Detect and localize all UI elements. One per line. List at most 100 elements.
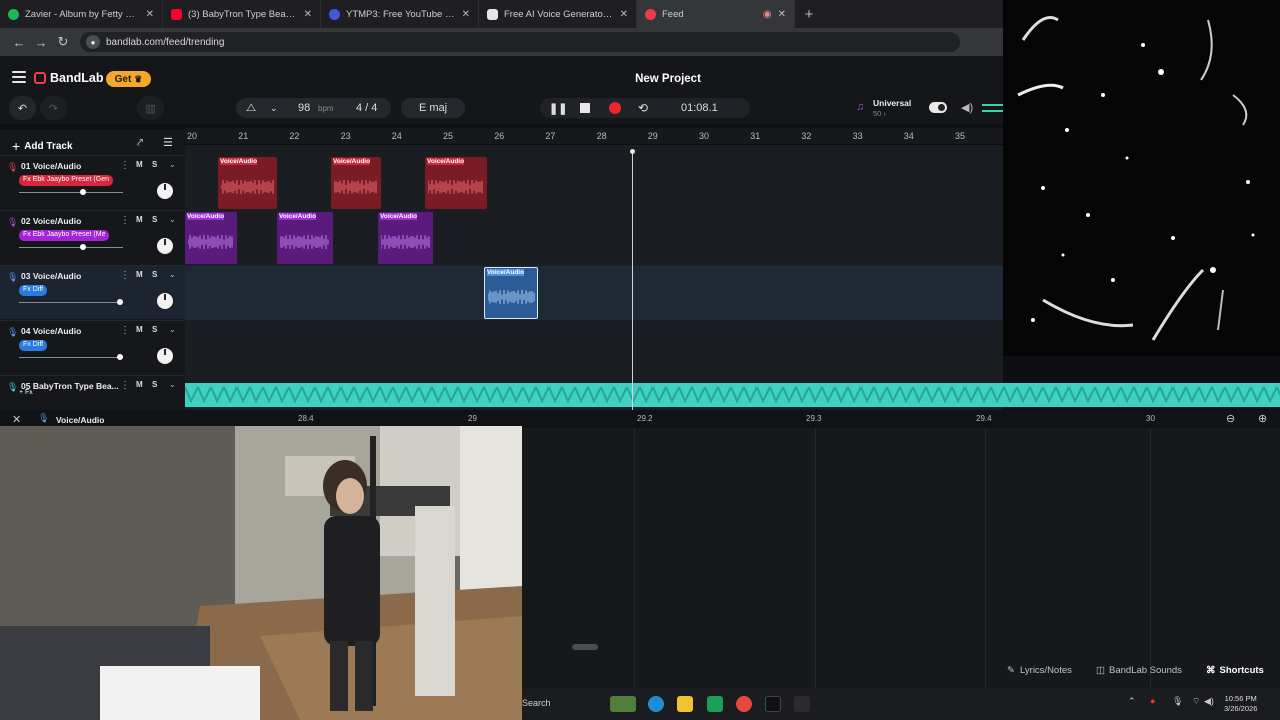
audio-clip[interactable]: Voice/Audio — [277, 212, 333, 264]
back-icon[interactable]: ← — [8, 35, 30, 50]
magic-wand-icon[interactable]: ⤤ — [137, 137, 143, 150]
fx-preset-badge[interactable]: Fx Diff — [19, 340, 48, 351]
volume-slider[interactable] — [19, 354, 123, 360]
pause-icon[interactable]: ❚❚ — [549, 102, 567, 115]
stop-icon[interactable] — [580, 103, 590, 113]
browser-tab-youtube[interactable]: (3) BabyTron Type Beat - "Invasi ✕ — [163, 0, 321, 28]
mixer-settings-icon[interactable]: ☰ — [163, 136, 173, 149]
edge-icon[interactable] — [648, 696, 664, 712]
audio-clip[interactable]: Voice/Audio — [484, 267, 538, 319]
close-tab-icon[interactable]: ✕ — [304, 9, 312, 20]
volume-slider[interactable] — [19, 299, 123, 305]
reload-icon[interactable]: ↻ — [52, 34, 74, 50]
record-icon[interactable] — [609, 102, 621, 114]
audio-clip[interactable]: Voice/Audio — [218, 157, 277, 209]
pan-knob[interactable] — [157, 348, 173, 364]
solo-button[interactable]: S — [152, 160, 157, 169]
volume-slider-thumb[interactable] — [116, 354, 123, 360]
volume-slider[interactable] — [19, 244, 123, 250]
solo-button[interactable]: S — [152, 380, 157, 389]
waveform-editor[interactable] — [522, 428, 1280, 688]
more-options-icon[interactable]: ⋮ — [120, 270, 130, 281]
timeline-ruler[interactable]: 20 21 22 23 24 25 26 27 28 29 30 31 32 33 34 35 — [185, 128, 1003, 144]
selected-track-lane[interactable] — [185, 266, 1003, 320]
more-options-icon[interactable]: ⋮ — [120, 160, 130, 171]
app-icon[interactable] — [794, 696, 810, 712]
fx-preset-badge[interactable]: Fx Ebk Jaaybo Preset (Gen — [19, 175, 113, 186]
tiktok-icon[interactable] — [765, 696, 781, 712]
mute-button[interactable]: M — [136, 215, 143, 224]
taskbar-search[interactable]: Search — [522, 698, 551, 708]
chevron-up-icon[interactable]: ⌃ — [1128, 696, 1136, 707]
widgets-icon[interactable] — [610, 696, 636, 712]
time-signature[interactable]: 4 / 4 — [356, 102, 377, 114]
microphone-icon[interactable]: 🎙 — [7, 327, 18, 338]
site-info-icon[interactable]: ● — [86, 35, 100, 49]
close-tab-icon[interactable]: ✕ — [620, 9, 628, 20]
new-tab-button[interactable]: + — [795, 6, 823, 23]
microphone-icon[interactable]: 🎙 — [7, 382, 18, 393]
track-header[interactable]: 🎙 02 Voice/Audio ⋮ M S ⌄ Fx Ebk Jaaybo Preset … — [0, 210, 185, 264]
add-track-button[interactable]: + Add Track — [12, 138, 73, 154]
track-header[interactable]: 🎙 04 Voice/Audio ⋮ M S ⌄ Fx Diff — [0, 320, 185, 374]
bpm-value[interactable]: 98 — [298, 102, 310, 114]
close-tab-icon[interactable]: ✕ — [146, 9, 154, 20]
browser-tab-spotify[interactable]: Zavier - Album by Fetty Wap | Sp ✕ — [0, 0, 163, 28]
chevron-down-icon[interactable]: ⌄ — [169, 380, 176, 389]
close-tab-icon[interactable]: ✕ — [778, 9, 786, 20]
pan-knob[interactable] — [157, 238, 173, 254]
loop-icon[interactable]: ⟲ — [638, 101, 648, 115]
metronome-icon[interactable]: ⧍ — [246, 102, 256, 115]
lyrics-notes-button[interactable]: ✎ Lyrics/Notes — [1007, 661, 1072, 679]
key-selector[interactable]: E maj — [401, 98, 465, 118]
wifi-icon[interactable]: ⌔ — [1192, 696, 1200, 707]
mute-button[interactable]: M — [136, 270, 143, 279]
taskbar-clock[interactable]: 10:56 PM 3/26/2026 — [1224, 694, 1257, 714]
volume-slider-thumb[interactable] — [80, 189, 87, 195]
more-options-icon[interactable]: ⋮ — [120, 325, 130, 336]
pan-knob[interactable] — [157, 293, 173, 309]
microphone-tray-icon[interactable]: 🎙 — [1172, 696, 1183, 707]
fx-preset-badge[interactable]: Fx Ebk Jaaybo Preset (Me — [19, 230, 110, 241]
track-name[interactable]: 02 Voice/Audio — [21, 216, 81, 226]
chevron-down-icon[interactable]: ⌄ — [169, 270, 176, 279]
audio-clip[interactable]: Voice/Audio — [331, 157, 381, 209]
track-header[interactable]: 🎙 01 Voice/Audio ⋮ M S ⌄ Fx Ebk Jaaybo Preset … — [0, 155, 185, 209]
project-title[interactable]: New Project — [568, 73, 768, 85]
track-header[interactable]: 🎙 03 Voice/Audio ⋮ M S ⌄ Fx Diff — [0, 265, 185, 319]
speaker-icon[interactable]: ◀) — [961, 101, 973, 114]
volume-slider-thumb[interactable] — [80, 244, 87, 250]
fx-preset-badge[interactable]: Fx Diff — [19, 285, 48, 296]
redo-button[interactable]: ↷ — [40, 96, 67, 120]
track-name[interactable]: 05 BabyTron Type Bea... — [21, 381, 119, 391]
audio-clip[interactable]: Voice/Audio — [378, 212, 433, 264]
close-tab-icon[interactable]: ✕ — [462, 9, 470, 20]
file-explorer-icon[interactable] — [677, 696, 693, 712]
zoom-out-icon[interactable]: ⊖ — [1226, 412, 1235, 425]
close-icon[interactable]: ✕ — [12, 413, 21, 426]
piano-keyboard-icon[interactable]: ▥ — [137, 96, 164, 120]
audio-clip[interactable]: Voice/Audio — [185, 212, 237, 264]
menu-icon[interactable] — [12, 71, 26, 86]
microphone-icon[interactable]: 🎙 — [7, 272, 18, 283]
tempo-control[interactable]: ⧍ ⌄ 98 bpm 4 / 4 — [236, 98, 391, 118]
url-input[interactable]: ● bandlab.com/feed/trending — [80, 32, 960, 52]
solo-button[interactable]: S — [152, 325, 157, 334]
audio-clip[interactable]: Voice/Audio — [425, 157, 487, 209]
bandlab-logo[interactable]: BandLab — [34, 71, 103, 85]
horizontal-scrollbar[interactable] — [572, 644, 598, 650]
track-name[interactable]: 01 Voice/Audio — [21, 161, 81, 171]
chevron-down-icon[interactable]: ⌄ — [270, 103, 278, 114]
microphone-icon[interactable]: 🎙 — [7, 217, 18, 228]
playhead[interactable] — [630, 149, 635, 414]
browser-tab-ytmp3[interactable]: YTMP3: Free YouTube to MP3 C ✕ — [321, 0, 479, 28]
browser-tab-voice-generator[interactable]: Free AI Voice Generator & Voic ✕ — [479, 0, 637, 28]
more-options-icon[interactable]: ⋮ — [120, 215, 130, 226]
more-options-icon[interactable]: ⋮ — [120, 380, 130, 391]
chrome-icon[interactable] — [736, 696, 752, 712]
mute-button[interactable]: M — [136, 325, 143, 334]
solo-button[interactable]: S — [152, 270, 157, 279]
bandlab-sounds-button[interactable]: ◫ BandLab Sounds — [1096, 661, 1182, 679]
mute-button[interactable]: M — [136, 160, 143, 169]
browser-tab-feed[interactable]: Feed ◉ ✕ — [637, 0, 795, 28]
